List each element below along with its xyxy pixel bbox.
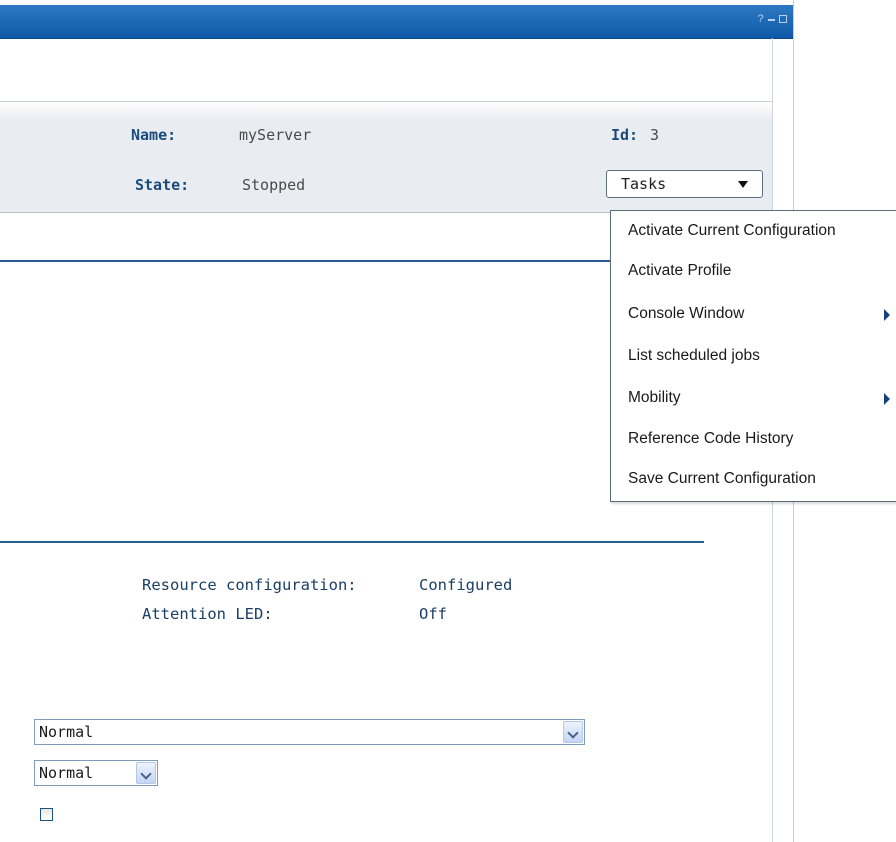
- attention-led-value: Off: [419, 605, 447, 623]
- menu-item-list-scheduled-jobs[interactable]: List scheduled jobs: [611, 342, 896, 372]
- section-divider-top: [0, 260, 615, 262]
- menu-item-label: List scheduled jobs: [628, 347, 760, 364]
- wide-select-value: Normal: [39, 723, 94, 741]
- tasks-button-label: Tasks: [621, 175, 667, 193]
- id-label: Id:: [611, 126, 639, 144]
- small-select-value: Normal: [39, 764, 94, 782]
- menu-item-save-current-configuration[interactable]: Save Current Configuration: [611, 465, 896, 495]
- window-controls: ?: [756, 12, 787, 26]
- menu-item-label: Activate Profile: [628, 262, 732, 279]
- option-checkbox[interactable]: [40, 808, 53, 821]
- minimize-icon[interactable]: [767, 13, 776, 25]
- attention-led-label: Attention LED:: [142, 605, 273, 623]
- state-value: Stopped: [242, 176, 306, 194]
- small-select[interactable]: Normal: [34, 760, 158, 786]
- state-label: State:: [135, 176, 190, 194]
- tasks-menu: Activate Current Configuration Activate …: [610, 210, 896, 502]
- menu-item-label: Reference Code History: [628, 430, 794, 447]
- triangle-right-icon: [884, 393, 890, 405]
- menu-item-label: Mobility: [628, 389, 681, 406]
- menu-item-mobility[interactable]: Mobility: [611, 384, 896, 414]
- resource-configuration-value: Configured: [419, 576, 513, 594]
- menu-item-console-window[interactable]: Console Window: [611, 300, 896, 330]
- menu-item-reference-code-history[interactable]: Reference Code History: [611, 425, 896, 455]
- section-divider-middle: [0, 541, 704, 543]
- menu-item-label: Save Current Configuration: [628, 470, 816, 487]
- maximize-icon[interactable]: [779, 15, 787, 23]
- menu-item-label: Console Window: [628, 305, 745, 322]
- resource-configuration-label: Resource configuration:: [142, 576, 357, 594]
- help-icon[interactable]: ?: [756, 13, 765, 25]
- wide-select[interactable]: Normal: [34, 719, 585, 745]
- id-value: 3: [650, 126, 660, 144]
- menu-item-label: Activate Current Configuration: [628, 222, 836, 239]
- chevron-down-icon[interactable]: [136, 762, 156, 784]
- triangle-down-icon: [738, 181, 748, 188]
- menu-item-activate-current-configuration[interactable]: Activate Current Configuration: [611, 217, 896, 247]
- name-value: myServer: [239, 126, 312, 144]
- tasks-button[interactable]: Tasks: [606, 170, 763, 198]
- menu-item-activate-profile[interactable]: Activate Profile: [611, 257, 896, 287]
- chevron-down-icon[interactable]: [563, 721, 583, 743]
- name-label: Name:: [131, 126, 177, 144]
- triangle-right-icon: [884, 309, 890, 321]
- title-bar: ?: [0, 5, 793, 39]
